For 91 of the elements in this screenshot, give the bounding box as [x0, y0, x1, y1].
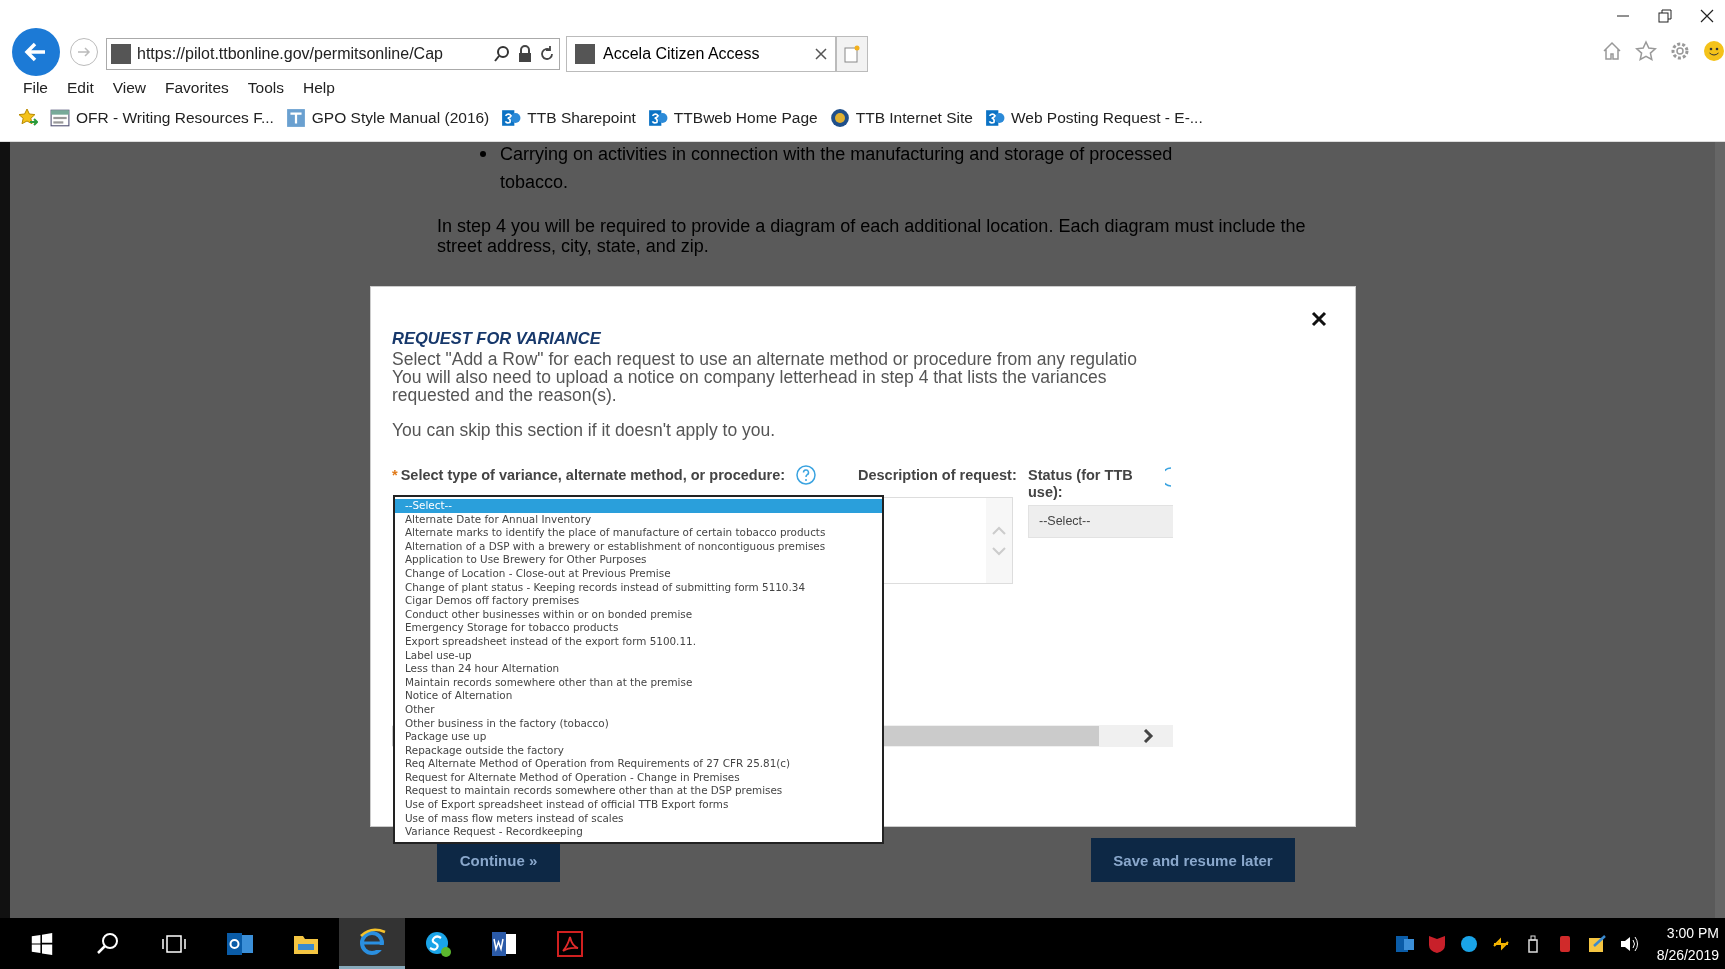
close-icon[interactable] — [815, 48, 827, 60]
browser-e-icon[interactable] — [358, 928, 386, 956]
seal-icon — [829, 108, 850, 128]
web-page-icon — [50, 108, 70, 128]
field-label: Select type of variance, alternate method, or procedure: — [400, 467, 786, 484]
variance-type-dropdown-list[interactable] — [393, 495, 884, 844]
bullet-icon — [480, 151, 486, 157]
dropdown-option[interactable]: Use of Export spreadsheet instead of official TTB Export forms — [395, 798, 882, 812]
dropdown-option[interactable]: Variance Request - Recordkeeping — [395, 825, 882, 839]
instruction-line: requested and the reason(s). — [392, 386, 618, 404]
smiley-icon[interactable] — [1703, 40, 1725, 62]
star-icon[interactable] — [1635, 40, 1657, 62]
field-label: Status (for TTB use): — [1028, 467, 1133, 501]
dropdown-option[interactable]: Alternation of a DSP with a brewery or establishment of noncontiguous premises — [395, 539, 882, 554]
new-tab-icon — [844, 45, 860, 63]
dropdown-option[interactable]: Change of plant status - Keeping records instead of submitting form 5110.34 — [395, 580, 882, 595]
dropdown-option[interactable]: Less than 24 hour Alternation — [395, 662, 882, 676]
sharepoint-icon — [647, 108, 668, 128]
url-text: https://pilot.ttbonline.gov/permitsonline/Cap — [137, 45, 444, 63]
document-icon — [285, 108, 306, 128]
instruction-line: Select "Add a Row" for each request to use an alternate method or procedure from any regulatio — [392, 350, 1138, 368]
search-icon[interactable] — [493, 45, 511, 63]
save-and-resume-button[interactable]: Save and resume later — [1091, 838, 1295, 882]
settings-icon[interactable] — [1669, 40, 1691, 62]
close-button[interactable] — [1309, 309, 1329, 329]
restore-icon[interactable] — [1657, 8, 1673, 24]
dropdown-option[interactable]: Request to maintain records somewhere other than at the DSP premises — [395, 784, 882, 799]
lock-icon — [517, 45, 533, 63]
skip-note: You can skip this section if it doesn't apply to you. — [392, 420, 777, 441]
home-icon[interactable] — [1601, 40, 1623, 62]
menu-item[interactable]: Help — [293, 79, 345, 97]
menu-item[interactable]: Tools — [238, 79, 294, 97]
menu-item[interactable]: Favorites — [156, 79, 239, 97]
favorite-link[interactable]: OFR - Writing Resources F... — [76, 109, 274, 127]
dropdown-option[interactable]: Package use up — [395, 730, 882, 744]
instruction-line: You will also need to upload a notice on company letterhead in step 4 that lists the variances — [392, 368, 1107, 386]
pdf-reader-icon[interactable] — [556, 929, 584, 958]
dropdown-option[interactable]: Application to Use Brewery for Other Purposes — [395, 553, 882, 567]
refresh-icon[interactable] — [539, 45, 555, 63]
mail-tray-icon[interactable] — [1394, 933, 1415, 954]
taskbar-clock[interactable]: 3:00 PM 8/26/2019 — [1656, 921, 1719, 966]
dialog-title: REQUEST FOR VARIANCE — [392, 329, 602, 348]
favorite-link[interactable]: GPO Style Manual (2016) — [311, 109, 490, 127]
favorite-link[interactable]: TTBweb Home Page — [673, 109, 818, 127]
required-mark: * — [392, 467, 398, 484]
favorites-star-icon[interactable] — [18, 108, 38, 128]
dropdown-option[interactable]: Export spreadsheet instead of the export form 5100.11. — [395, 634, 882, 649]
favorite-link[interactable]: TTB Sharepoint — [527, 109, 636, 127]
shield-icon[interactable] — [1426, 933, 1447, 954]
back-button[interactable] — [12, 28, 60, 76]
sharepoint-icon — [984, 108, 1005, 128]
favorite-link[interactable]: TTB Internet Site — [855, 109, 973, 127]
field-label: Description of request: — [858, 467, 1018, 484]
instruction-paragraph: In step 4 you will be required to provide a diagram of each additional location. Each diagram must include the street address, city, state, and zip. — [437, 216, 1307, 256]
favorite-link[interactable]: Web Posting Request - E-... — [1010, 109, 1203, 127]
dropdown-option[interactable]: Use of mass flow meters instead of scales — [395, 811, 882, 826]
dropdown-option[interactable]: Req Alternate Method of Operation from Requirements of 27 CFR 25.81(c) — [395, 757, 882, 771]
word-processor-icon[interactable] — [490, 929, 518, 958]
sharepoint-icon — [501, 108, 522, 128]
site-icon — [111, 44, 131, 64]
dropdown-option[interactable]: Change of Location - Close-out at Previous Premise — [395, 566, 882, 581]
notepad-icon[interactable] — [1586, 933, 1607, 954]
dropdown-option[interactable]: Maintain records somewhere other than at the premise — [395, 675, 882, 690]
menu-item[interactable]: File — [14, 79, 58, 97]
vertical-scrollbar[interactable] — [1715, 142, 1725, 918]
status-select[interactable]: --Select-- — [1028, 505, 1173, 538]
site-icon — [575, 44, 595, 64]
browser-tab[interactable]: Accela Citizen Access — [566, 36, 836, 72]
close-icon[interactable] — [1699, 8, 1715, 24]
dropdown-option[interactable]: Other business in the factory (tobacco) — [395, 716, 882, 731]
dropdown-option[interactable]: Conduct other businesses within or on bonded premise — [395, 607, 882, 622]
dropdown-option[interactable]: Cigar Demos off factory premises — [395, 594, 882, 608]
dropdown-option[interactable]: Request for Alternate Method of Operation - Change in Premises — [395, 770, 882, 785]
dropdown-option[interactable]: Label use-up — [395, 648, 882, 663]
windows-logo-icon — [31, 932, 53, 955]
dropdown-option[interactable]: Alternate Date for Annual Inventory — [395, 512, 882, 527]
menu-item[interactable]: View — [103, 79, 157, 97]
dropdown-option[interactable]: Emergency Storage for tobacco products — [395, 621, 882, 635]
dropdown-option[interactable]: Repackage outside the factory — [395, 743, 882, 758]
scroll-right-icon[interactable] — [1141, 729, 1155, 743]
dropdown-option[interactable]: Other — [395, 702, 882, 717]
help-icon[interactable] — [1165, 467, 1173, 487]
bullet-text: Carrying on activities in connection with the manufacturing and storage of processed tobacco. — [500, 143, 1174, 194]
clock-time: 3:00 PM — [1665, 923, 1719, 943]
menu-item[interactable]: Edit — [58, 79, 104, 97]
address-bar[interactable]: https://pilot.ttbonline.gov/permitsonline/Cap — [106, 38, 560, 70]
clock-date: 8/26/2019 — [1656, 945, 1719, 965]
help-icon[interactable] — [796, 465, 817, 485]
dropdown-option[interactable]: Notice of Alternation — [395, 689, 882, 703]
chat-app-icon[interactable] — [424, 929, 452, 958]
dropdown-option[interactable]: Alternate marks to identify the place of manufacture of certain tobacco products — [395, 526, 882, 540]
